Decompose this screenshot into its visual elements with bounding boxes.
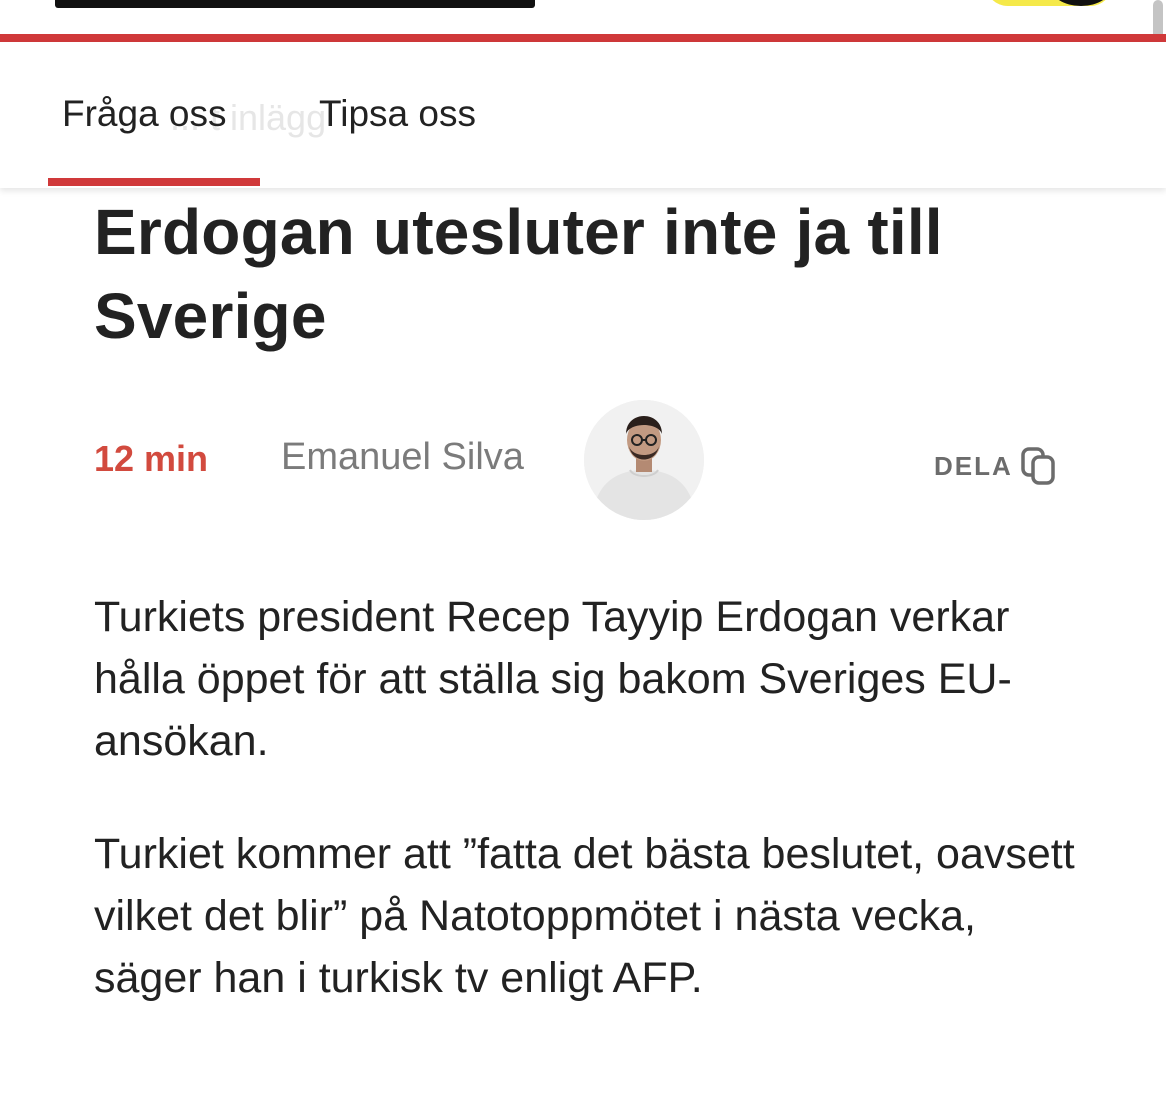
article-paragraph: Turkiets president Recep Tayyip Erdogan … [94,593,1012,765]
article-paragraph: Turkiet kommer att ”fatta det bästa besl… [94,830,1075,1002]
share-label: DELA [934,450,1013,481]
site-header [0,0,1166,34]
active-tab-indicator [48,178,260,186]
author-avatar[interactable] [584,400,704,520]
article-page: ... t inlägg Fråga oss Tipsa oss Erdogan… [0,0,1166,1100]
author-name[interactable]: Emanuel Silva [281,436,524,479]
article-headline: Erdogan utesluter inte ja till Sverige [94,196,943,352]
site-logo[interactable] [55,0,535,8]
scrollbar[interactable] [1153,0,1163,34]
copy-icon [1021,447,1055,485]
byline: 12 min Emanuel Silva DELA [0,398,1166,522]
read-time: 12 min [94,438,209,479]
share-button[interactable]: DELA [934,446,1059,486]
tab-fraga-oss[interactable]: Fråga oss [62,93,227,135]
header-divider [0,34,1166,42]
tab-tipsa-oss[interactable]: Tipsa oss [319,93,476,135]
tab-bar: ... t inlägg Fråga oss Tipsa oss [0,42,1166,188]
